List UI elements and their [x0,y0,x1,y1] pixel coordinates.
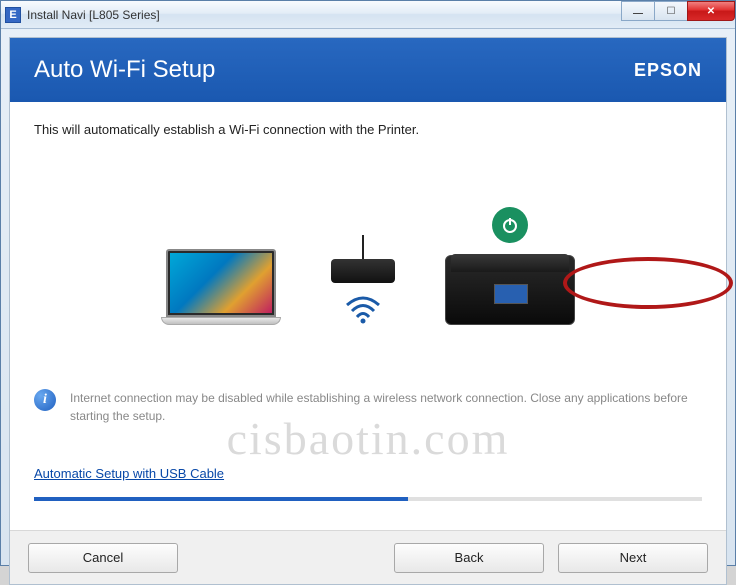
description-text: This will automatically establish a Wi-F… [34,122,702,137]
next-button[interactable]: Next [558,543,708,573]
brand-logo: EPSON [634,60,702,81]
titlebar[interactable]: E Install Navi [L805 Series] [1,1,735,29]
power-icon [492,207,528,243]
window-controls [622,1,735,21]
printer-graphic [445,207,575,325]
wifi-icon [343,295,383,325]
next-button-label: Next [620,550,647,565]
info-note: i Internet connection may be disabled wh… [34,389,702,425]
laptop-graphic [161,249,281,325]
content-area: This will automatically establish a Wi-F… [10,102,726,530]
setup-illustration [34,207,702,325]
button-bar: Cancel Back Next [10,530,726,584]
info-icon: i [34,389,56,411]
close-button[interactable] [687,1,735,21]
header-band: Auto Wi-Fi Setup EPSON [10,38,726,102]
router-graphic [331,235,395,325]
installer-window: E Install Navi [L805 Series] Auto Wi-Fi … [0,0,736,566]
maximize-button[interactable] [654,1,688,21]
page-title: Auto Wi-Fi Setup [34,56,215,84]
minimize-button[interactable] [621,1,655,21]
info-text: Internet connection may be disabled whil… [70,389,702,425]
cancel-button[interactable]: Cancel [28,543,178,573]
progress-bar [34,497,702,501]
window-title: Install Navi [L805 Series] [27,8,160,22]
wizard-frame: Auto Wi-Fi Setup EPSON This will automat… [9,37,727,585]
progress-fill [34,497,408,501]
app-icon: E [5,7,21,23]
back-button[interactable]: Back [394,543,544,573]
usb-setup-link[interactable]: Automatic Setup with USB Cable [34,466,224,481]
